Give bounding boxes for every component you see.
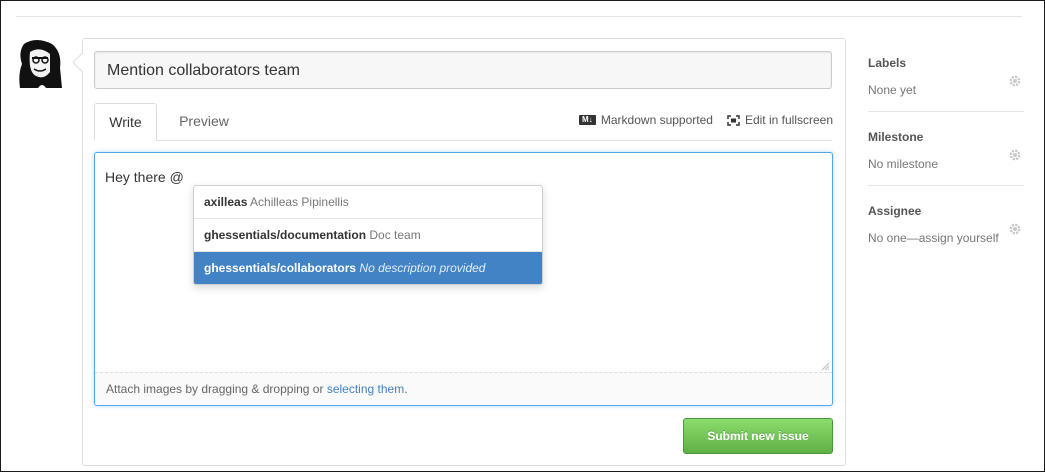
comment-text: Hey there @ — [105, 169, 184, 185]
fullscreen-icon — [727, 114, 740, 126]
milestone-section: Milestone No milestone — [868, 130, 1024, 186]
suggestion-description: Achilleas Pipinellis — [250, 195, 349, 209]
assignee-heading: Assignee — [868, 204, 922, 218]
assignee-section: Assignee No one—assign yourself — [868, 204, 1024, 259]
markdown-icon: M↓ — [578, 115, 596, 125]
attach-images-bar[interactable]: Attach images by dragging & dropping or … — [95, 372, 832, 405]
tab-write[interactable]: Write — [94, 103, 157, 141]
top-divider — [16, 16, 1022, 17]
markdown-supported-link[interactable]: M↓ Markdown supported — [578, 113, 713, 127]
suggestion-handle: ghessentials/collaborators — [204, 261, 357, 275]
fullscreen-button[interactable]: Edit in fullscreen — [727, 113, 833, 127]
assign-yourself-link[interactable]: No one—assign yourself — [868, 231, 1024, 245]
suggestion-item-selected[interactable]: ghessentials/collaborators No descriptio… — [194, 252, 542, 284]
suggestion-item[interactable]: axilleas Achilleas Pipinellis — [194, 186, 542, 219]
resize-grip-icon[interactable] — [820, 361, 830, 371]
markdown-label: Markdown supported — [600, 113, 713, 127]
labels-section: Labels None yet — [868, 56, 1024, 112]
suggestion-description: No description provided — [359, 261, 486, 275]
editor-toolbar: M↓ Markdown supported Edit in fullscreen — [578, 113, 833, 127]
avatar[interactable] — [16, 38, 66, 90]
issue-sidebar: Labels None yet Milestone No milestone A… — [868, 38, 1024, 269]
tab-preview[interactable]: Preview — [166, 103, 242, 141]
submit-issue-button[interactable]: Submit new issue — [683, 418, 833, 454]
labels-heading: Labels — [868, 56, 907, 70]
suggestion-item[interactable]: ghessentials/documentation Doc team — [194, 219, 542, 252]
attach-text-end: . — [404, 382, 408, 396]
gear-icon[interactable] — [1008, 148, 1022, 162]
labels-value: None yet — [868, 83, 917, 97]
issue-title-input[interactable]: Mention collaborators team — [94, 51, 832, 89]
milestone-value: No milestone — [868, 157, 939, 171]
gear-icon[interactable] — [1008, 222, 1022, 236]
fullscreen-label: Edit in fullscreen — [744, 113, 833, 127]
suggestion-handle: ghessentials/documentation — [204, 228, 367, 242]
suggestion-handle: axilleas — [204, 195, 248, 209]
select-files-link[interactable]: selecting them — [327, 382, 404, 396]
mention-suggestions: axilleas Achilleas Pipinellis ghessentia… — [193, 185, 543, 285]
attach-text: Attach images by dragging & dropping or — [106, 382, 327, 396]
milestone-heading: Milestone — [868, 130, 924, 144]
gear-icon[interactable] — [1008, 74, 1022, 88]
suggestion-description: Doc team — [369, 228, 421, 242]
